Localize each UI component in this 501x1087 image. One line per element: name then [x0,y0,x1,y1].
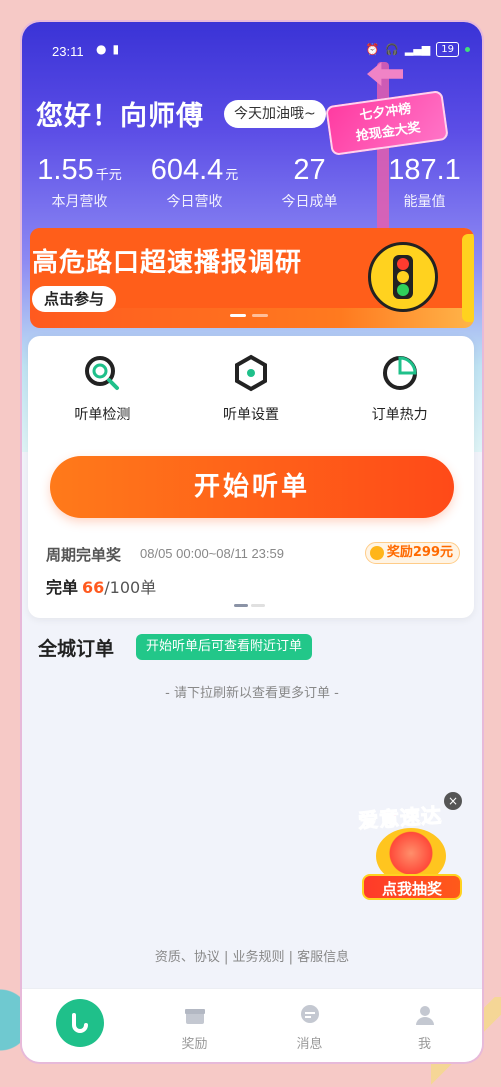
tool-row: 听单检测 听单设置 订单热力 [28,352,474,424]
stat-monthly-revenue[interactable]: 1.55 千元 本月营收 [22,154,137,211]
footer-links[interactable]: 资质、协议 | 业务规则 | 客服信息 [22,946,482,965]
start-listening-button[interactable]: 开始听单 [50,456,454,518]
tab-home[interactable] [22,989,137,1062]
traffic-light-green [397,284,409,296]
bonus-reward-badge: 奖励299元 [364,542,460,564]
tab-label: 奖励 [181,1037,208,1052]
lottery-floating-widget[interactable]: 爱意速达 × 点我抽奖 [357,792,478,904]
stat-label: 今日营收 [166,194,223,210]
card-dot-active [234,604,248,607]
cheer-message-pill: 今天加油哦~ [224,100,326,128]
stat-label: 今日成单 [281,194,338,210]
pull-refresh-hint: - 请下拉刷新以查看更多订单 - [165,686,339,701]
tab-label: 消息 [296,1037,323,1052]
message-icon [298,1003,322,1027]
tool-label: 听单设置 [222,407,279,423]
tool-listen-check[interactable]: 听单检测 [42,352,162,424]
lottery-draw-button[interactable]: 点我抽奖 [362,874,462,900]
city-orders-title: 全城订单 [38,638,115,660]
stat-daily-orders[interactable]: 27 今日成单 [252,154,367,211]
greeting-title: 您好！向师傅 [36,101,204,132]
wechat-icon: ● [96,42,107,56]
tool-listen-settings[interactable]: 听单设置 [191,352,311,424]
stat-value: 604.4 [150,154,224,186]
status-bar: 23:11 ● ▮ ⏰ 🎧 ▂▄▆ 19 [22,22,482,76]
tool-label: 听单检测 [74,407,131,423]
traffic-light-red [397,258,409,270]
status-right-icons: ⏰ 🎧 ▂▄▆ 19 [365,42,470,57]
stat-unit: 元 [225,168,239,183]
order-heat-icon [379,352,421,394]
home-icon [55,999,104,1047]
alarm-icon: ⏰ [365,43,380,56]
battery-icon: 19 [436,42,459,57]
profile-icon [413,1003,437,1027]
bonus-reward-text: 奖励299元 [386,545,453,560]
tool-label: 订单热力 [371,407,428,423]
tab-rewards[interactable]: 奖励 [137,989,252,1062]
banner-dot [252,314,268,317]
stat-label: 能量值 [403,194,446,210]
stat-energy[interactable]: 187.1 能量值 [367,154,482,211]
city-orders-badge: 开始听单后可查看附近订单 [136,634,313,660]
bonus-title: 周期完单奖 [46,546,122,564]
traffic-light-body [393,255,413,299]
complete-done-count: 66 [82,578,105,597]
sim-icon: ▮ [112,42,120,56]
complete-label: 完单 [46,578,79,597]
tab-profile[interactable]: 我 [367,989,482,1062]
banner-pagination [230,314,268,317]
stat-label: 本月营收 [51,194,108,210]
banner-join-button[interactable]: 点击参与 [32,286,117,312]
complete-progress: 完单 66/100单 [46,574,156,598]
tool-order-heat[interactable]: 订单热力 [340,352,460,424]
stat-unit: 千元 [95,168,122,183]
next-banner-peek [462,234,474,322]
card-pagination [234,604,265,607]
lottery-title: 爱意速达 [357,803,443,834]
stat-value: 1.55 [37,154,94,186]
coin-icon [369,546,384,560]
cycle-bonus-row[interactable]: 周期完单奖 08/05 00:00~08/11 23:59 奖励299元 [46,542,460,566]
bottom-tab-bar: 奖励 消息 我 [22,988,482,1062]
traffic-light-yellow [397,271,409,283]
headphone-icon: 🎧 [385,43,399,56]
traffic-light-icon [368,242,438,312]
status-time: 23:11 [52,44,84,59]
card-dot [251,604,265,607]
listen-settings-icon [230,352,272,394]
privacy-dot-icon [465,47,470,52]
listen-check-icon [81,352,123,394]
tab-label: 我 [417,1037,431,1052]
earnings-stats: 1.55 千元 本月营收 604.4 元 今日营收 27 今日成单 187.1 能量… [22,154,482,211]
banner-title: 高危路口超速播报调研 [32,248,303,278]
signal-icon: ▂▄▆ [404,43,431,56]
stat-daily-revenue[interactable]: 604.4 元 今日营收 [137,154,252,211]
stat-value: 27 [293,154,326,186]
tab-messages[interactable]: 消息 [252,989,367,1062]
survey-banner[interactable]: 高危路口超速播报调研 点击参与 [30,228,474,328]
gift-icon [183,1003,207,1027]
stat-value: 187.1 [388,154,461,186]
listen-card: 听单检测 听单设置 订单热力 开始听单 周期完单奖 08/05 00:00~08… [28,336,474,618]
status-notification-icons: ● ▮ [96,42,119,56]
banner-dot-active [230,314,246,317]
close-icon[interactable]: × [444,792,462,810]
phone-screen: 23:11 ● ▮ ⏰ 🎧 ▂▄▆ 19 您好！向师傅 今天加油哦~ 七夕冲榜 … [22,22,482,1062]
complete-total: /100单 [104,578,157,597]
bonus-period: 08/05 00:00~08/11 23:59 [140,546,284,561]
